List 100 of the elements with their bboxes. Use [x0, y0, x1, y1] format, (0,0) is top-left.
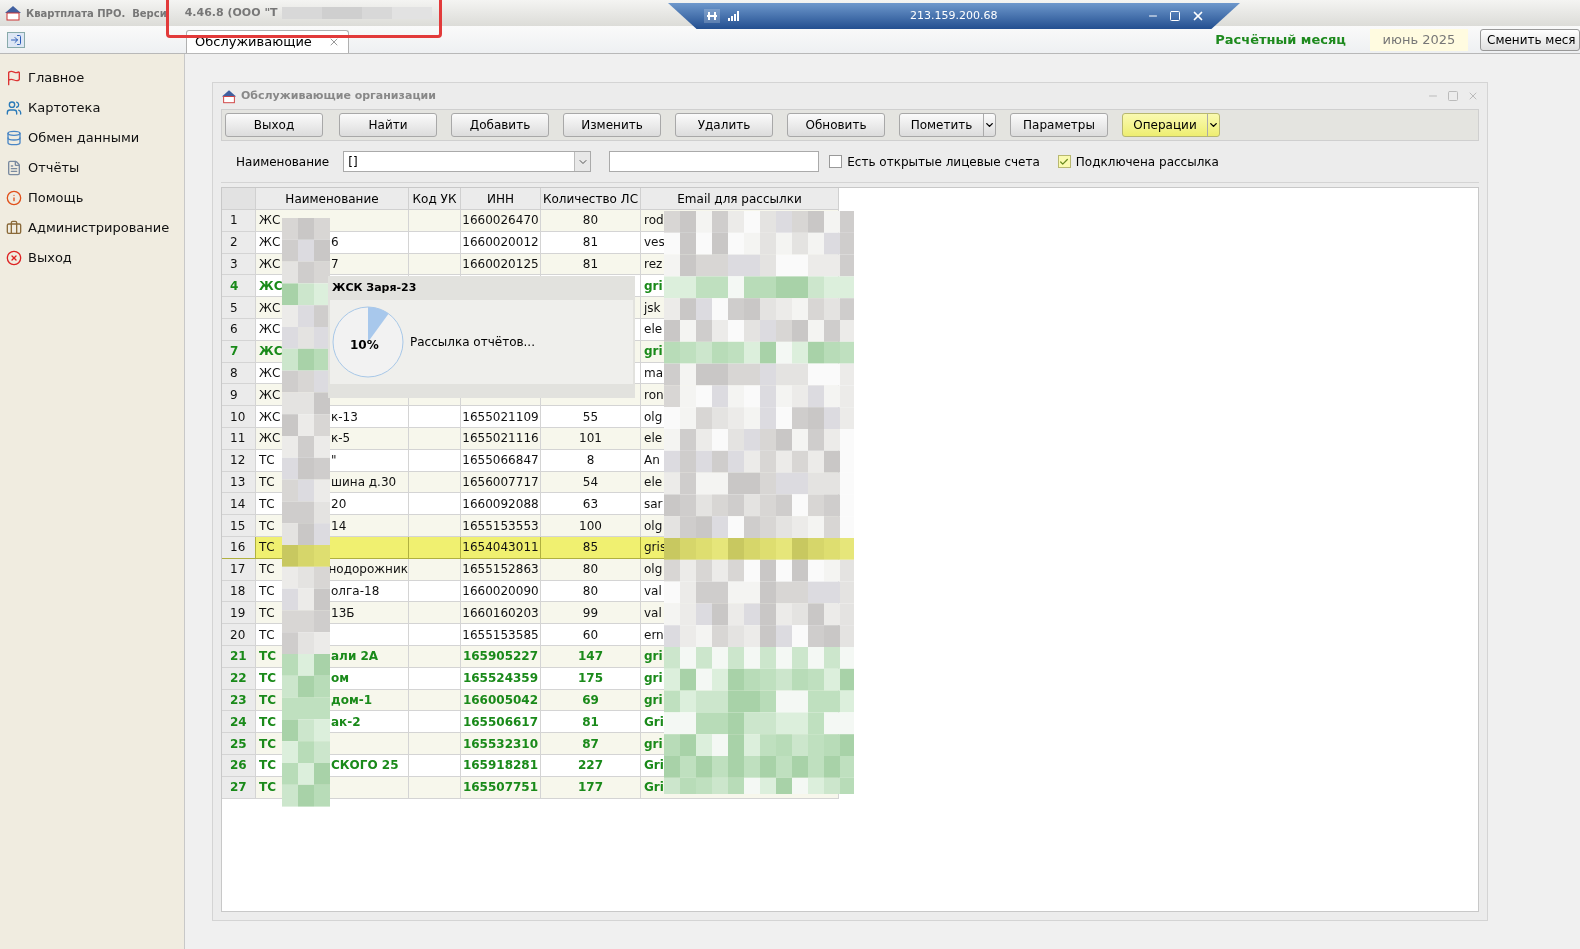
- row-number: 12: [222, 449, 256, 472]
- row-number: 23: [222, 689, 256, 712]
- table-cell-text: 14: [330, 517, 347, 535]
- name-combobox[interactable]: []: [343, 151, 592, 172]
- pin-icon[interactable]: [704, 9, 720, 23]
- table-cell: [409, 231, 461, 254]
- toolbar-button[interactable]: Изменить: [563, 113, 661, 137]
- table-cell-text: gri: [644, 691, 663, 709]
- row-number: 20: [222, 624, 256, 646]
- table-cell: 1660020012: [461, 231, 541, 254]
- table-cell: 80: [541, 558, 641, 581]
- table-cell: 60: [541, 624, 641, 646]
- column-header[interactable]: Код УК: [409, 188, 461, 209]
- table-cell-text: ом: [330, 670, 350, 688]
- table-cell-text: ТС: [259, 735, 277, 753]
- table-cell: 1655021116: [461, 427, 541, 450]
- table-cell-text: ак-2: [330, 713, 361, 731]
- row-number: 25: [222, 733, 256, 755]
- row-number: 4: [222, 275, 256, 298]
- table-cell-text: ЖС: [259, 299, 282, 317]
- toolbar-button[interactable]: Добавить: [451, 113, 549, 137]
- toolbar-button[interactable]: Обновить: [787, 113, 885, 137]
- table-cell-text: ТС: [259, 691, 277, 709]
- table-cell-text: ЖС: [259, 234, 282, 252]
- toolbar-button[interactable]: Выход: [225, 113, 323, 137]
- table-cell-text: sar: [644, 495, 663, 513]
- sidebar-item[interactable]: Главное: [0, 63, 184, 93]
- search-field[interactable]: [609, 151, 820, 172]
- table-cell: 80: [541, 210, 641, 232]
- app-title: Квартплата ПРО. Верси: [26, 6, 167, 21]
- checkbox[interactable]: [829, 155, 843, 168]
- table-cell-text: ele: [644, 430, 663, 448]
- window-title: Обслуживающие организации: [241, 87, 436, 104]
- table-cell-text: ЖС: [259, 256, 282, 273]
- change-month-button[interactable]: Сменить меся: [1480, 28, 1580, 51]
- table-cell: 1655153553: [461, 515, 541, 537]
- table-cell: [409, 449, 461, 472]
- people-icon: [6, 100, 22, 116]
- back-button[interactable]: [7, 31, 25, 48]
- table-cell-text: ЖС: [259, 364, 282, 382]
- table-cell: 165532310: [461, 733, 541, 755]
- row-number: 19: [222, 602, 256, 625]
- column-header[interactable]: Наименование: [256, 188, 409, 209]
- table-cell-text: olg: [644, 561, 663, 579]
- table-cell-text: ЖС: [259, 408, 282, 426]
- table-cell-text: ele: [644, 473, 663, 491]
- table-cell: 165507751: [461, 776, 541, 799]
- sidebar-item[interactable]: Помощь: [0, 183, 184, 213]
- table-cell-text: ТС: [259, 626, 276, 644]
- filter-label: Наименование: [236, 153, 330, 171]
- column-header[interactable]: Количество ЛС: [541, 188, 641, 209]
- table-cell: [409, 427, 461, 450]
- sidebar-item[interactable]: Обмен данными: [0, 123, 184, 153]
- table-cell-text: 13Б: [330, 604, 355, 622]
- progress-percent: 10%: [350, 337, 379, 354]
- period-label: Расчётный месяц: [1215, 30, 1346, 49]
- table-cell: [409, 776, 461, 799]
- table-cell-text: ЖС: [259, 321, 282, 339]
- table-cell: [409, 558, 461, 581]
- database-icon: [6, 130, 22, 146]
- period-field[interactable]: июнь 2025: [1370, 28, 1468, 51]
- row-number: 9: [222, 384, 256, 407]
- row-number: 10: [222, 406, 256, 428]
- toolbar-button[interactable]: Параметры: [1010, 113, 1108, 137]
- toolbar-button[interactable]: Найти: [339, 113, 437, 137]
- checkbox-label: Есть открытые лицевые счета: [847, 153, 1040, 171]
- table-cell-text: али 2А: [330, 648, 379, 666]
- table-cell-text: ТС: [259, 561, 276, 579]
- sidebar-item[interactable]: Картотека: [0, 93, 184, 123]
- row-number: 6: [222, 319, 256, 341]
- sidebar-item[interactable]: Выход: [0, 243, 184, 273]
- checkbox[interactable]: [1057, 155, 1071, 168]
- row-number: 27: [222, 776, 256, 799]
- house-logo-icon: [4, 5, 22, 21]
- table-cell: 101: [541, 427, 641, 450]
- exit-icon: [6, 250, 22, 266]
- table-cell-text: к-5: [330, 430, 351, 448]
- row-number: 24: [222, 711, 256, 734]
- table-cell-text: 20: [330, 495, 347, 513]
- table-cell: 85: [541, 536, 641, 559]
- table-cell: 177: [541, 776, 641, 799]
- split-button[interactable]: Операции: [1122, 113, 1220, 137]
- table-cell-text: ТС: [259, 452, 276, 470]
- toolbar-button[interactable]: Удалить: [675, 113, 773, 137]
- tab[interactable]: Обслуживающие: [186, 30, 349, 53]
- column-header[interactable]: ИНН: [461, 188, 541, 209]
- sidebar-item[interactable]: Отчёты: [0, 153, 184, 183]
- table-cell: [409, 624, 461, 646]
- row-number: 13: [222, 471, 256, 494]
- table-cell-text: gri: [644, 343, 663, 361]
- document-icon: [6, 160, 22, 176]
- table-cell: 227: [541, 754, 641, 777]
- info-icon: [6, 190, 22, 206]
- table-cell: 165524359: [461, 667, 541, 690]
- sidebar-item[interactable]: Администрирование: [0, 213, 184, 243]
- row-number: 14: [222, 493, 256, 516]
- restore-icon[interactable]: [1169, 10, 1182, 22]
- column-header[interactable]: Email для рассылки: [641, 188, 839, 209]
- table-cell-text: rod: [644, 212, 664, 230]
- split-button[interactable]: Пометить: [899, 113, 996, 137]
